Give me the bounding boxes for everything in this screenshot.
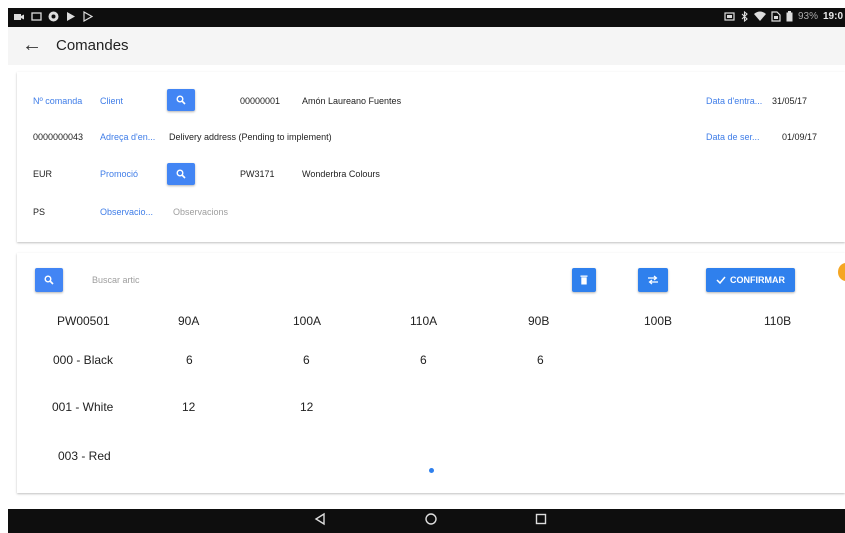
swap-button[interactable]: [638, 268, 668, 292]
delivery-address-value[interactable]: Delivery address (Pending to implement): [169, 132, 332, 142]
client-search-button[interactable]: [167, 89, 195, 111]
grid-header-size: 100B: [644, 314, 673, 328]
delete-button[interactable]: [572, 268, 596, 292]
quantity-cell[interactable]: 6: [537, 353, 544, 367]
bluetooth-icon: [741, 11, 748, 22]
ps-value: PS: [33, 207, 46, 217]
wifi-icon: [753, 11, 766, 21]
client-code: 00000001: [240, 96, 281, 106]
status-bar: 93% 19:0: [8, 8, 845, 27]
sim-icon: [771, 11, 781, 22]
quantity-cell[interactable]: 12: [300, 400, 313, 414]
grid-header-size: 110A: [410, 314, 438, 328]
order-header-card: Nº comanda Client 00000001 Amón Laureano…: [17, 72, 845, 242]
article-search-button[interactable]: [35, 268, 63, 292]
service-date-value[interactable]: 01/09/17: [782, 132, 817, 142]
search-icon: [176, 95, 186, 105]
row-color-label: 001 - White: [52, 400, 114, 414]
recents-square-icon[interactable]: [534, 512, 548, 526]
confirm-button[interactable]: CONFIRMAR: [706, 268, 795, 292]
home-circle-icon[interactable]: [424, 512, 438, 526]
delivery-address-label: Adreça d'en...: [100, 132, 156, 142]
quantity-cell[interactable]: 12: [182, 400, 195, 414]
app-bar: ← Comandes: [8, 27, 845, 65]
search-icon: [176, 169, 186, 179]
order-number-label: Nº comanda: [33, 96, 83, 106]
battery-percent: 93%: [797, 11, 818, 22]
service-date-label: Data de ser...: [706, 132, 760, 142]
page-title: Comandes: [56, 37, 129, 54]
trash-icon: [580, 275, 588, 285]
order-number-value: 0000000043: [33, 132, 84, 142]
client-name: Amón Laureano Fuentes: [302, 96, 402, 106]
entry-date-label: Data d'entra...: [706, 96, 763, 106]
quantity-cell[interactable]: 6: [420, 353, 427, 367]
articles-card: Buscar artic CONFIRMAR PW00501 90A 100A …: [17, 253, 845, 493]
client-label[interactable]: Client: [100, 96, 123, 106]
system-icons: 93% 19:0: [724, 11, 843, 22]
search-icon: [44, 275, 54, 285]
clock: 19:0: [822, 11, 843, 22]
currency-value: EUR: [33, 169, 53, 179]
grid-header-size: 90A: [178, 314, 200, 328]
check-icon: [716, 276, 726, 285]
grid-header-article: PW00501: [57, 314, 110, 328]
swap-icon: [648, 275, 658, 285]
back-triangle-icon[interactable]: [313, 512, 327, 526]
row-color-label: 003 - Red: [58, 449, 111, 463]
page-indicator-dot: [429, 468, 434, 473]
promotion-label[interactable]: Promoció: [100, 169, 138, 179]
grid-header-size: 90B: [528, 314, 550, 328]
arrow-left-icon[interactable]: ←: [22, 33, 42, 57]
observations-input[interactable]: Observacions: [173, 207, 228, 217]
promotion-code: PW3171: [240, 169, 275, 179]
quantity-cell[interactable]: 6: [303, 353, 310, 367]
play-store-icon: [67, 12, 75, 21]
row-color-label: 000 - Black: [53, 353, 114, 367]
battery-icon: [786, 11, 793, 22]
promotion-search-button[interactable]: [167, 163, 195, 185]
article-search-input[interactable]: Buscar artic: [92, 275, 140, 285]
screen-icon: [31, 12, 42, 21]
video-icon: [14, 14, 24, 20]
play-outline-icon: [83, 11, 93, 22]
quantity-cell[interactable]: 6: [186, 353, 193, 367]
cast-icon: [724, 12, 735, 21]
chrome-icon: [48, 11, 59, 22]
grid-header-size: 110B: [764, 314, 792, 328]
notification-icons: [14, 11, 93, 22]
confirm-label: CONFIRMAR: [730, 275, 785, 285]
grid-header-size: 100A: [293, 314, 322, 328]
promotion-name: Wonderbra Colours: [302, 169, 380, 179]
observations-label: Observacio...: [100, 207, 154, 217]
tablet-screen: 93% 19:0 ← Comandes Nº comanda Client 00…: [0, 0, 845, 533]
navigation-bar: [8, 509, 845, 533]
entry-date-value[interactable]: 31/05/17: [772, 96, 807, 106]
